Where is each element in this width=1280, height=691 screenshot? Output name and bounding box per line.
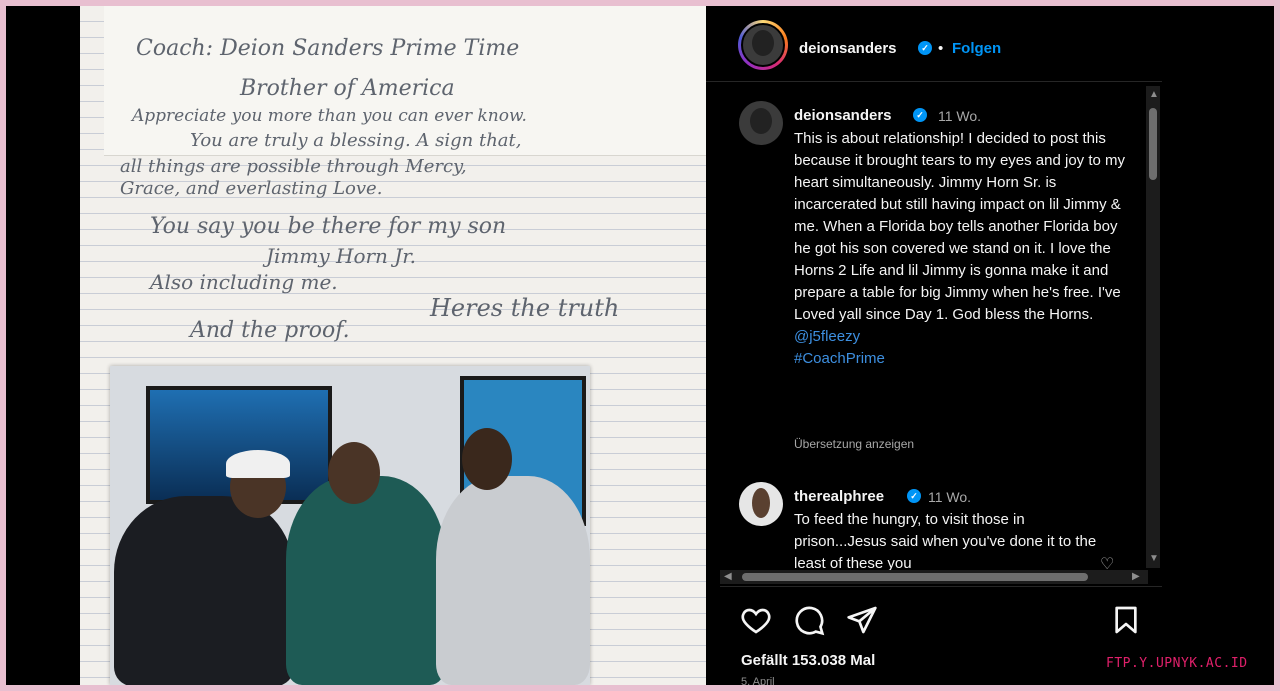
share-icon[interactable]: [846, 604, 878, 636]
caption-text-block: This is about relationship! I decided to…: [794, 128, 1134, 370]
post-header: deionsanders ✓ • Folgen: [706, 6, 1162, 82]
comment-icon[interactable]: [793, 604, 825, 636]
mention-link[interactable]: @j5fleezy: [794, 328, 860, 345]
person-left-cap: [226, 450, 290, 478]
separator: •: [938, 40, 944, 57]
note-line: Coach: Deion Sanders Prime Time: [136, 36, 520, 61]
verified-badge-icon: ✓: [913, 108, 927, 122]
comment-time: 11 Wo.: [928, 489, 972, 505]
heart-icon[interactable]: [740, 604, 772, 636]
note-line: Brother of America: [240, 76, 455, 101]
person-left: [114, 496, 294, 685]
note-line: And the proof.: [190, 318, 350, 343]
scroll-up-icon[interactable]: ▲: [1149, 90, 1159, 100]
person-middle: [286, 476, 446, 685]
instagram-post-panel: deionsanders ✓ • Folgen deionsanders ✓ 1…: [706, 6, 1162, 685]
horizontal-scrollbar[interactable]: ◀ ▶: [720, 570, 1148, 584]
verified-badge-icon: ✓: [907, 489, 921, 503]
like-count[interactable]: Gefällt 153.038 Mal: [741, 652, 875, 669]
note-line: Jimmy Horn Jr.: [266, 244, 417, 268]
scroll-left-icon[interactable]: ◀: [724, 572, 732, 582]
comment-username[interactable]: therealphree: [794, 488, 884, 505]
comment-avatar-image: [752, 488, 770, 518]
avatar-image: [752, 30, 774, 56]
note-line: all things are possible through Mercy,: [120, 156, 467, 177]
note-line: You say you be there for my son: [150, 214, 507, 239]
group-photo: [110, 366, 590, 685]
screenshot-frame: Coach: Deion Sanders Prime Time Brother …: [6, 6, 1274, 685]
post-date: 5. April: [741, 676, 775, 685]
caption-username[interactable]: deionsanders: [794, 107, 892, 124]
action-bar: [740, 604, 1140, 638]
person-right-head: [462, 428, 512, 490]
right-margin: [1162, 6, 1274, 685]
note-line: Also including me.: [150, 270, 338, 294]
watermark-text: FTP.Y.UPNYK.AC.ID: [1106, 656, 1248, 671]
scroll-right-icon[interactable]: ▶: [1132, 572, 1140, 582]
scrollbar-thumb[interactable]: [742, 573, 1088, 581]
note-line: Heres the truth: [430, 294, 620, 322]
note-line: Grace, and everlasting Love.: [120, 178, 383, 199]
hashtag-link[interactable]: #CoachPrime: [794, 350, 885, 367]
caption-avatar-image: [750, 108, 772, 134]
person-right: [436, 476, 590, 685]
left-margin: [6, 6, 80, 685]
verified-badge-icon: ✓: [918, 41, 932, 55]
post-image[interactable]: Coach: Deion Sanders Prime Time Brother …: [80, 6, 706, 685]
caption-time: 11 Wo.: [938, 108, 982, 124]
divider: [720, 586, 1162, 587]
vertical-scrollbar[interactable]: ▲ ▼: [1146, 86, 1160, 568]
bookmark-icon[interactable]: [1110, 604, 1142, 636]
scroll-down-icon[interactable]: ▼: [1149, 554, 1159, 564]
note-line: You are truly a blessing. A sign that,: [190, 130, 522, 151]
note-line: Appreciate you more than you can ever kn…: [132, 106, 527, 126]
person-middle-head: [328, 442, 380, 504]
comment-text: To feed the hungry, to visit those in pr…: [794, 511, 1097, 571]
author-username[interactable]: deionsanders: [799, 40, 897, 57]
follow-button[interactable]: Folgen: [952, 40, 1001, 57]
translate-link[interactable]: Übersetzung anzeigen: [794, 437, 914, 451]
caption-text: This is about relationship! I decided to…: [794, 130, 1126, 323]
scrollbar-thumb[interactable]: [1149, 108, 1157, 180]
